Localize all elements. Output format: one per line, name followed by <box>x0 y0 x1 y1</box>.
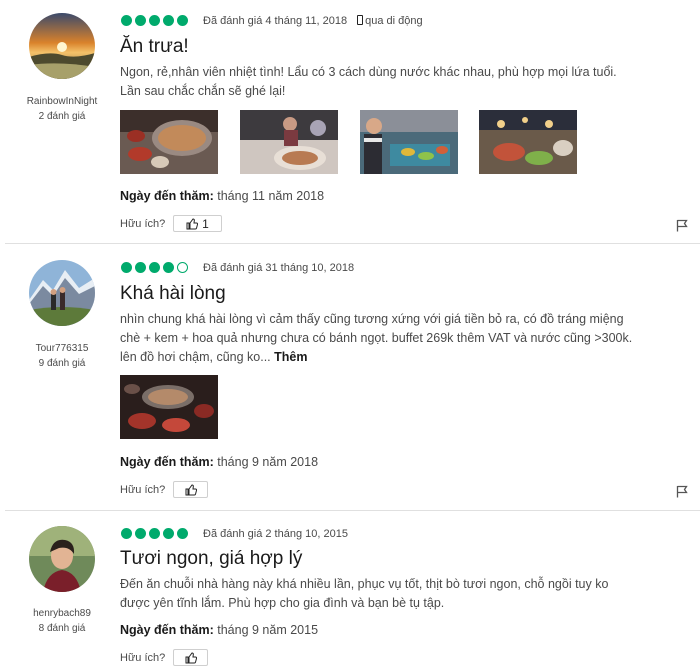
read-more-link[interactable]: Thêm <box>274 350 307 364</box>
helpful-button[interactable]: 1 <box>173 215 222 232</box>
review-photo[interactable] <box>120 375 218 439</box>
rating-bubble-filled <box>177 15 188 26</box>
flag-icon[interactable] <box>676 485 688 498</box>
review-date: Đã đánh giá 31 tháng 10, 2018 <box>203 262 355 274</box>
review-via: qua di động <box>365 15 423 27</box>
review-title[interactable]: Ăn trưa! <box>120 36 189 58</box>
review-meta: Đã đánh giá 31 tháng 10, 2018 <box>203 262 354 274</box>
helpful-button[interactable] <box>173 481 208 498</box>
rating-bubble-filled <box>149 528 160 539</box>
username[interactable]: Tour776315 <box>0 343 124 354</box>
review-date: Đã đánh giá 2 tháng 10, 2015 <box>203 528 348 540</box>
rating-bubbles <box>121 15 188 26</box>
avatar[interactable] <box>29 13 95 79</box>
helpful-label: Hữu ích? <box>120 484 166 496</box>
visit-date: Ngày đến thăm: tháng 11 năm 2018 <box>120 189 324 203</box>
rating-bubble-filled <box>163 528 174 539</box>
rating-bubble-filled <box>163 15 174 26</box>
visit-date-label: Ngày đến thăm: <box>120 455 214 469</box>
review-meta: Đã đánh giá 4 tháng 11, 2018 qua di động <box>203 15 423 27</box>
rating-bubble-filled <box>163 262 174 273</box>
review-photo[interactable] <box>479 110 577 174</box>
review-date: Đã đánh giá 4 tháng 11, 2018 <box>203 15 348 27</box>
visit-date: Ngày đến thăm: tháng 9 năm 2018 <box>120 455 318 469</box>
visit-date-label: Ngày đến thăm: <box>120 189 214 203</box>
rating-bubble-filled <box>121 15 132 26</box>
visit-date-value: tháng 11 năm 2018 <box>217 189 325 203</box>
review-title[interactable]: Khá hài lòng <box>120 283 226 305</box>
mobile-phone-icon <box>357 15 364 25</box>
rating-bubble-filled <box>149 15 160 26</box>
rating-bubble-filled <box>149 262 160 273</box>
review-title[interactable]: Tươi ngon, giá hợp lý <box>120 548 302 570</box>
thumbs-up-icon <box>185 483 197 495</box>
visit-date-value: tháng 9 năm 2018 <box>217 455 319 469</box>
flag-icon[interactable] <box>676 219 688 232</box>
avatar[interactable] <box>29 526 95 592</box>
rating-bubble-filled <box>177 528 188 539</box>
helpful-count: 1 <box>202 216 209 231</box>
review-text-content: nhìn chung khá hài lòng vì cảm thấy cũng… <box>120 312 633 364</box>
helpful-label: Hữu ích? <box>120 652 166 664</box>
review-photo[interactable] <box>360 110 458 174</box>
divider <box>5 243 700 244</box>
visit-date: Ngày đến thăm: tháng 9 năm 2015 <box>120 623 318 637</box>
rating-bubble-empty <box>177 262 188 273</box>
review-text: Đến ăn chuỗi nhà hàng này khá nhiều lần,… <box>120 577 609 610</box>
rating-bubble-filled <box>121 528 132 539</box>
review-photo[interactable] <box>240 110 338 174</box>
username[interactable]: henrybach89 <box>0 608 124 619</box>
review-photo[interactable] <box>120 110 218 174</box>
visit-date-label: Ngày đến thăm: <box>120 623 214 637</box>
rating-bubble-filled <box>135 528 146 539</box>
avatar[interactable] <box>29 260 95 326</box>
rating-bubble-filled <box>135 15 146 26</box>
contribution-count: 8 đánh giá <box>38 623 86 634</box>
rating-bubble-filled <box>135 262 146 273</box>
helpful-button[interactable] <box>173 649 208 666</box>
thumbs-up-icon <box>186 217 199 229</box>
helpful-label: Hữu ích? <box>120 218 166 230</box>
visit-date-value: tháng 9 năm 2015 <box>217 623 319 637</box>
thumbs-up-icon <box>185 651 197 663</box>
divider <box>5 510 700 511</box>
rating-bubble-filled <box>121 262 132 273</box>
rating-bubbles <box>121 262 188 273</box>
review-meta: Đã đánh giá 2 tháng 10, 2015 <box>203 528 348 540</box>
review-text: nhìn chung khá hài lòng vì cảm thấy cũng… <box>120 310 640 367</box>
rating-bubbles <box>121 528 188 539</box>
review-text: Ngon, rẻ,nhân viên nhiệt tình! Lẩu có 3 … <box>120 65 617 98</box>
contribution-count: 9 đánh giá <box>38 358 86 369</box>
username[interactable]: RainbowInNight <box>0 96 124 107</box>
contribution-count: 2 đánh giá <box>38 111 86 122</box>
